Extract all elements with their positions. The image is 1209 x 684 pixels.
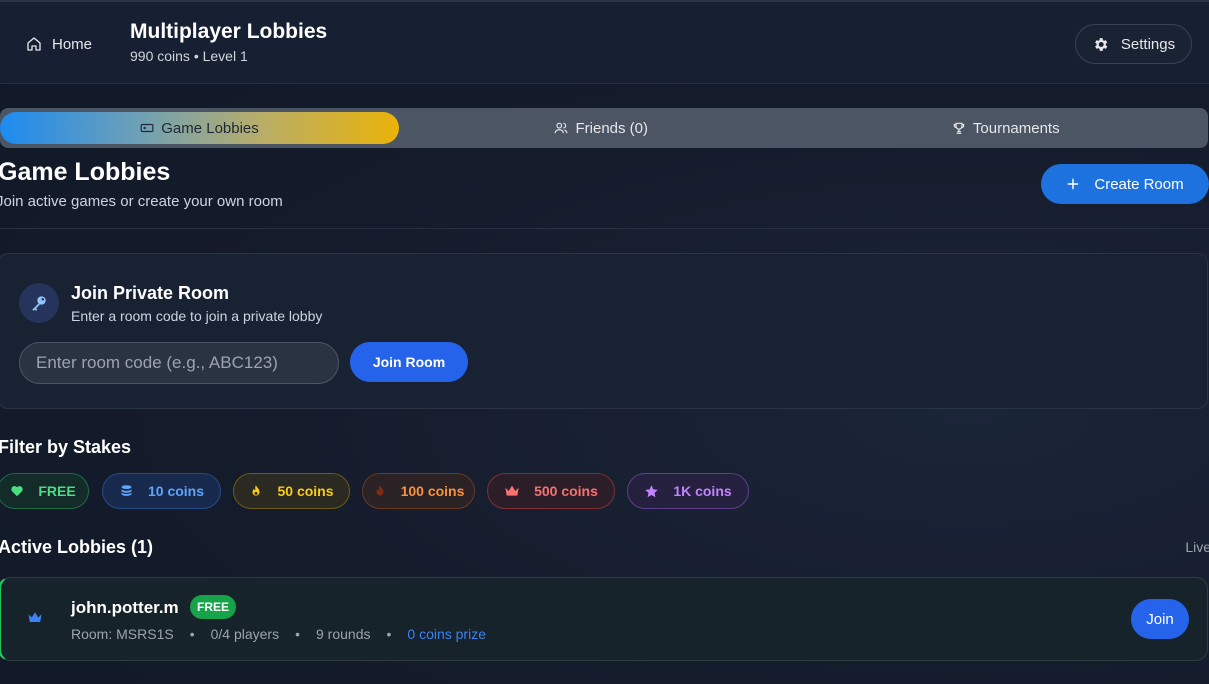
active-lobbies-title: Active Lobbies (1) xyxy=(0,537,154,557)
tab-game-lobbies[interactable]: Game Lobbies xyxy=(0,112,399,144)
plus-icon xyxy=(1066,177,1080,191)
page-title: Multiplayer Lobbies xyxy=(130,20,328,43)
chip-label: FREE xyxy=(38,483,76,499)
tab-label: Tournaments xyxy=(972,119,1060,137)
chip-label: 10 coins xyxy=(147,483,205,499)
gamepad-icon xyxy=(140,121,154,135)
lobby-host-name: john.potter.m xyxy=(71,598,179,617)
crown-icon xyxy=(504,484,520,498)
chip-label: 50 coins xyxy=(277,483,334,499)
filter-chip-100[interactable]: 100 coins xyxy=(362,473,475,509)
create-room-label: Create Room xyxy=(1094,175,1184,193)
join-lobby-button[interactable]: Join xyxy=(1131,599,1189,639)
create-room-button[interactable]: Create Room xyxy=(1041,164,1209,204)
section-subtitle: Join active games or create your own roo… xyxy=(0,193,283,210)
separator-dot: • xyxy=(295,626,300,642)
lobby-row[interactable]: john.potter.m FREE Room: MSRS1S • 0/4 pl… xyxy=(0,577,1208,661)
live-indicator: Live xyxy=(1185,539,1209,555)
home-button[interactable]: Home xyxy=(18,28,100,60)
fire-icon xyxy=(249,484,263,498)
private-room-title: Join Private Room xyxy=(71,283,230,303)
separator-dot: • xyxy=(386,626,392,642)
private-room-card: Join Private Room Enter a room code to j… xyxy=(0,253,1208,409)
section-title: Game Lobbies xyxy=(0,158,171,186)
trophy-icon xyxy=(952,121,966,135)
room-code: Room: MSRS1S xyxy=(71,626,174,642)
chip-label: 100 coins xyxy=(400,483,465,499)
coins-icon xyxy=(119,484,134,499)
tab-tournaments[interactable]: Tournaments xyxy=(804,112,1209,144)
home-label: Home xyxy=(52,35,93,53)
filter-chip-free[interactable]: FREE xyxy=(0,473,89,509)
lobby-meta: Room: MSRS1S • 0/4 players • 9 rounds • … xyxy=(71,626,486,642)
stake-badge: FREE xyxy=(190,595,236,619)
chip-label: 1K coins xyxy=(673,483,732,499)
filter-title: Filter by Stakes xyxy=(0,437,132,457)
player-stats: 990 coins • Level 1 xyxy=(130,48,248,64)
title-block: Multiplayer Lobbies 990 coins • Level 1 xyxy=(130,20,327,64)
tab-label: Game Lobbies xyxy=(161,119,259,137)
key-icon xyxy=(29,293,49,313)
join-room-button[interactable]: Join Room xyxy=(350,342,468,382)
lobby-tabs: Game Lobbies Friends (0) Tournaments xyxy=(0,108,1208,148)
filter-chip-50[interactable]: 50 coins xyxy=(233,473,350,509)
settings-button[interactable]: Settings xyxy=(1075,24,1192,64)
chip-label: 500 coins xyxy=(534,483,598,499)
prize-amount: 0 coins prize xyxy=(407,626,486,642)
key-badge xyxy=(19,283,59,323)
separator-dot: • xyxy=(189,626,195,642)
player-count: 0/4 players xyxy=(210,626,280,642)
home-icon xyxy=(26,36,42,52)
filter-chip-500[interactable]: 500 coins xyxy=(487,473,615,509)
section-divider xyxy=(0,228,1209,229)
star-icon xyxy=(644,484,659,499)
heart-icon xyxy=(10,484,24,498)
tab-friends[interactable]: Friends (0) xyxy=(399,112,804,144)
crown-icon xyxy=(27,611,43,624)
gear-icon xyxy=(1092,36,1109,53)
tab-label: Friends (0) xyxy=(575,119,649,137)
filter-chip-1k[interactable]: 1K coins xyxy=(627,473,749,509)
top-header: Home Multiplayer Lobbies 990 coins • Lev… xyxy=(0,0,1209,84)
filter-chip-10[interactable]: 10 coins xyxy=(102,473,221,509)
settings-label: Settings xyxy=(1120,35,1176,53)
round-count: 9 rounds xyxy=(316,626,371,642)
flame-icon xyxy=(373,484,387,498)
room-code-input[interactable] xyxy=(19,342,339,384)
users-icon xyxy=(554,121,568,135)
private-room-subtitle: Enter a room code to join a private lobb… xyxy=(71,308,323,324)
